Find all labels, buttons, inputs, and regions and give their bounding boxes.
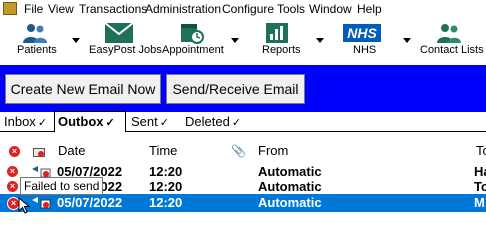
reports-icon[interactable] (265, 22, 289, 44)
nhs-dropdown-arrow[interactable] (403, 38, 411, 43)
column-header-from[interactable]: From (258, 138, 288, 164)
tab-deleted[interactable]: Deleted ✓ (185, 113, 241, 131)
menu-help[interactable]: Help (357, 2, 382, 16)
patients-button-label[interactable]: Patients (17, 44, 57, 56)
tab-outbox-check-icon: ✓ (105, 117, 115, 129)
tab-outbox[interactable]: Outbox ✓ (54, 111, 126, 132)
nhs-button-label[interactable]: NHS (353, 44, 376, 56)
row-date: 05/07/2022 (57, 195, 123, 210)
tab-inbox-label: Inbox (4, 114, 36, 129)
envelope-column-icon[interactable] (33, 145, 45, 157)
sync-arrows-icon (30, 195, 52, 210)
send-receive-email-button[interactable]: Send/Receive Email (166, 74, 305, 104)
column-header-to[interactable]: To (476, 138, 486, 164)
nhs-logo-icon[interactable]: NHS (343, 24, 381, 42)
menu-bar: File View Transactions Administration Co… (0, 0, 486, 18)
mouse-cursor-icon (18, 196, 32, 215)
easypost-jobs-button-label[interactable]: EasyPost Jobs (89, 44, 162, 56)
tab-sent[interactable]: Sent ✓ (131, 113, 169, 131)
menu-tools[interactable]: Tools (277, 2, 305, 16)
tab-deleted-check-icon: ✓ (231, 117, 242, 129)
tooltip: Failed to send (20, 177, 104, 195)
tab-outbox-label: Outbox (58, 114, 104, 129)
tab-deleted-label: Deleted (185, 114, 230, 129)
menu-window[interactable]: Window (309, 2, 352, 16)
app-icon[interactable] (3, 2, 17, 15)
appointment-button-label[interactable]: Appointment (162, 44, 224, 56)
error-column-icon[interactable]: × (9, 146, 20, 157)
envelope-icon[interactable] (104, 22, 134, 44)
create-new-email-button[interactable]: Create New Email Now (5, 74, 161, 104)
menu-configure[interactable]: Configure (222, 2, 274, 16)
menu-file[interactable]: File (24, 2, 43, 16)
tab-inbox-check-icon: ✓ (37, 117, 48, 129)
column-header-time[interactable]: Time (149, 138, 177, 164)
contact-lists-button-label[interactable]: Contact Lists (420, 44, 484, 56)
row-time: 12:20 (149, 195, 183, 210)
menu-administration[interactable]: Administration (145, 2, 221, 16)
tab-sent-check-icon: ✓ (159, 117, 169, 129)
appointment-icon[interactable] (179, 22, 205, 44)
row-from: Automatic (258, 179, 322, 194)
reports-dropdown-arrow[interactable] (316, 38, 324, 43)
row-to: Tc (474, 179, 486, 194)
paperclip-column-icon[interactable]: 📎 (231, 138, 246, 164)
appointment-dropdown-arrow[interactable] (231, 38, 239, 43)
contact-lists-icon[interactable] (436, 22, 462, 44)
row-time: 12:20 (149, 179, 183, 194)
toolbar: NHS (0, 18, 486, 62)
row-to: M (474, 195, 485, 210)
patients-icon[interactable] (22, 22, 48, 44)
reports-button-label[interactable]: Reports (262, 44, 301, 56)
table-row-selected[interactable]: × 05/07/2022 12:20 Automatic M (0, 194, 486, 212)
error-icon: × (7, 166, 18, 177)
menu-transactions[interactable]: Transactions (79, 2, 147, 16)
tab-inbox[interactable]: Inbox ✓ (4, 113, 47, 131)
patients-dropdown-arrow[interactable] (72, 38, 80, 43)
menu-view[interactable]: View (48, 2, 74, 16)
error-icon: × (7, 181, 18, 192)
row-from: Automatic (258, 195, 322, 210)
column-header-date[interactable]: Date (58, 138, 85, 164)
tab-sent-label: Sent (131, 114, 158, 129)
